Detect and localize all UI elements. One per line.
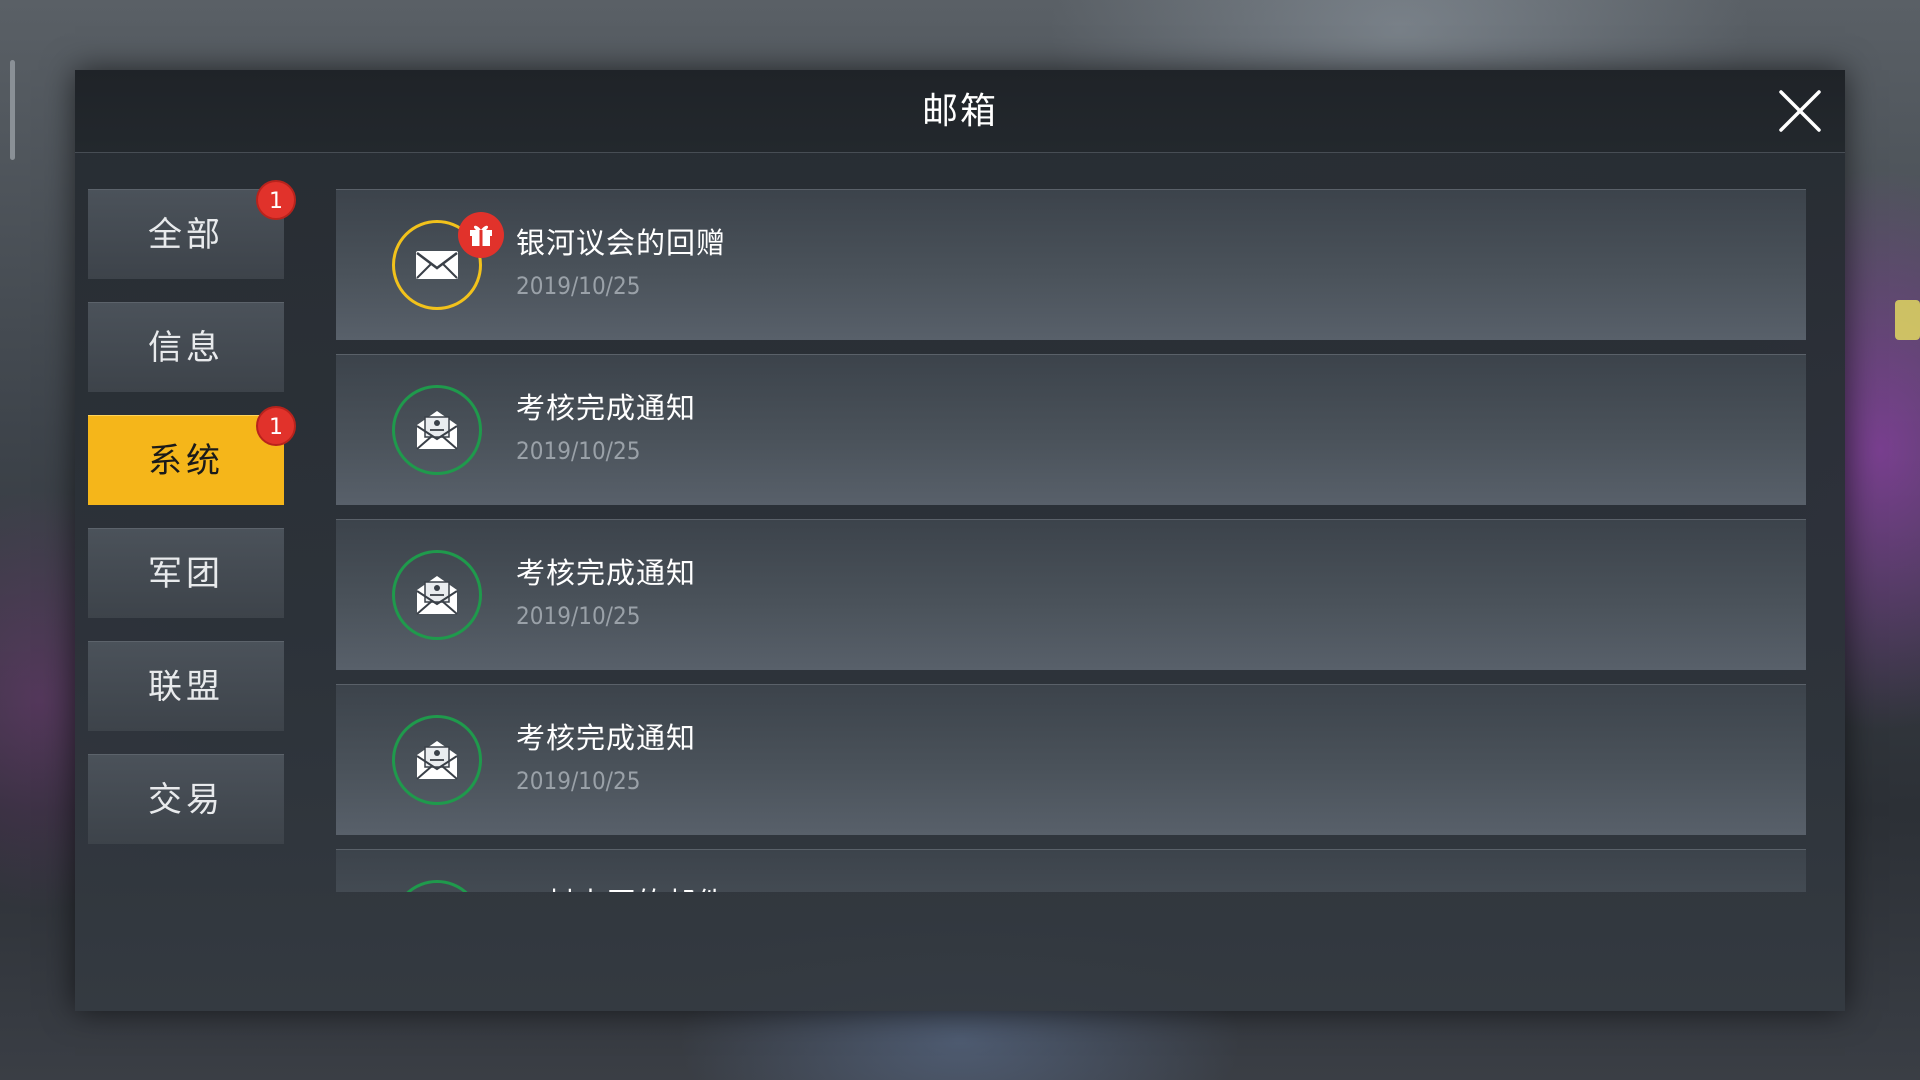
- background-light-right: [1895, 300, 1920, 340]
- mail-date: 2019/10/25: [516, 437, 641, 465]
- tab-system[interactable]: 系统 1: [88, 406, 296, 505]
- mail-item[interactable]: 考核完成通知 2019/10/25: [336, 519, 1806, 670]
- open-letter-icon: [416, 741, 458, 780]
- close-icon: [1779, 90, 1821, 132]
- tab-label: 军团: [148, 554, 224, 594]
- mail-subject: 考核完成通知: [516, 391, 697, 425]
- mail-date: 2019/10/25: [516, 272, 641, 300]
- mail-status-ring: [392, 880, 482, 892]
- mail-subject: 考核完成通知: [516, 721, 697, 755]
- gift-badge: [458, 212, 504, 258]
- mail-status-ring: [392, 550, 482, 640]
- unread-badge: 1: [256, 180, 296, 220]
- mail-subject: 银河议会的回赠: [516, 226, 727, 260]
- tab-label: 联盟: [148, 667, 224, 707]
- open-letter-icon: [416, 411, 458, 450]
- mailbox-dialog: 邮箱 全部 1 信息 系统 1 军团 联盟 交易 银河议会的回赠 2019/10…: [75, 70, 1845, 1011]
- tab-label: 交易: [148, 780, 224, 820]
- tab-messages[interactable]: 信息: [88, 302, 284, 392]
- mail-item[interactable]: 银河议会的回赠 2019/10/25: [336, 189, 1806, 340]
- tab-legion[interactable]: 军团: [88, 528, 284, 618]
- mail-status-ring: [392, 715, 482, 805]
- unread-badge: 1: [256, 406, 296, 446]
- tab-label: 信息: [148, 328, 224, 368]
- mail-status-ring: [392, 385, 482, 475]
- envelope-icon: [416, 251, 458, 279]
- mail-item[interactable]: 考核完成通知 2019/10/25: [336, 354, 1806, 505]
- tab-trade[interactable]: 交易: [88, 754, 284, 844]
- mail-list[interactable]: 银河议会的回赠 2019/10/25 考核完成通知 2019/10/25 考核完…: [336, 189, 1806, 892]
- mail-date: 2019/10/25: [516, 602, 641, 630]
- open-letter-icon: [416, 576, 458, 615]
- mail-subject: 一封来历的邮件: [516, 880, 726, 892]
- mail-subject: 考核完成通知: [516, 556, 697, 590]
- dialog-title: 邮箱: [921, 91, 998, 132]
- gift-icon: [470, 225, 492, 246]
- background-light-left: [10, 60, 15, 160]
- tab-label: 全部: [148, 215, 224, 255]
- tab-label: 系统: [148, 441, 224, 481]
- close-button[interactable]: [1777, 88, 1823, 134]
- tab-all[interactable]: 全部 1: [88, 180, 296, 279]
- mail-date: 2019/10/25: [516, 767, 641, 795]
- mail-item[interactable]: 考核完成通知 2019/10/25: [336, 684, 1806, 835]
- dialog-header: 邮箱: [75, 70, 1845, 153]
- mail-item[interactable]: 一封来历的邮件: [336, 849, 1806, 892]
- tab-alliance[interactable]: 联盟: [88, 641, 284, 731]
